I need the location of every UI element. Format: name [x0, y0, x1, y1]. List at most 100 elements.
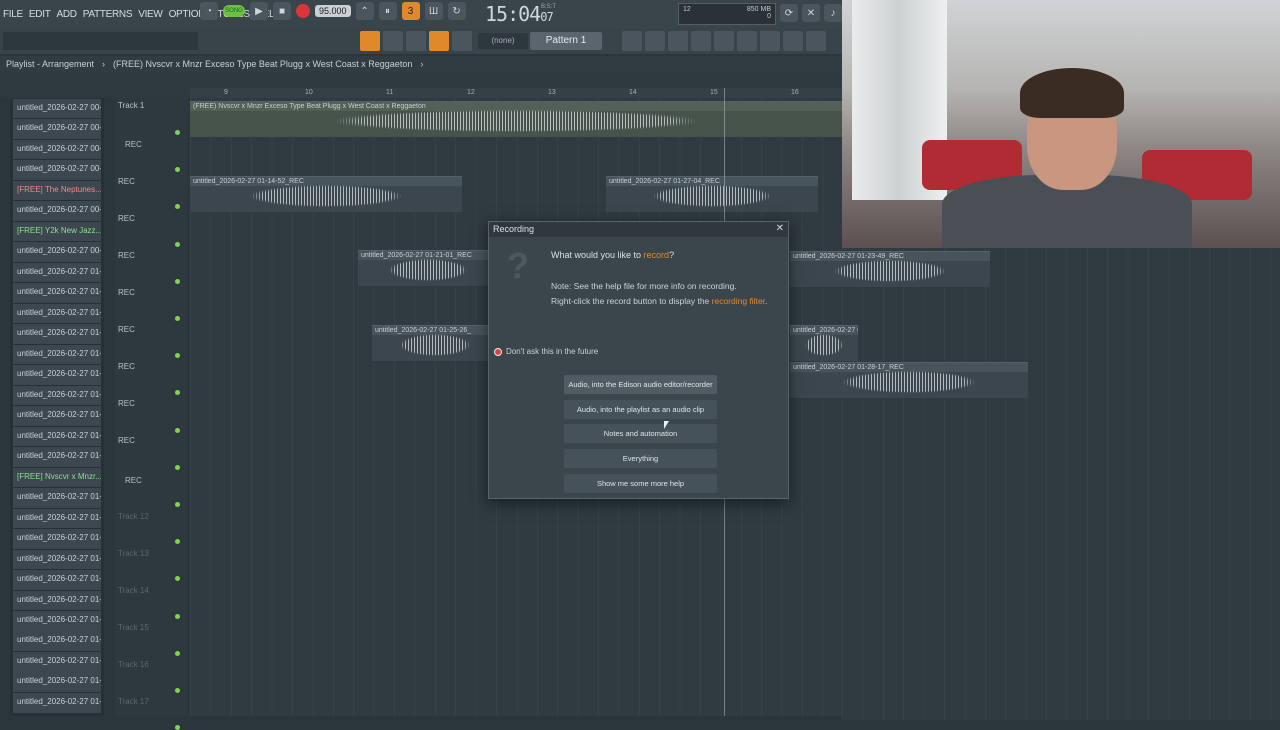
mode-dial-icon[interactable]: ◔: [200, 2, 218, 20]
menu-view[interactable]: VIEW: [135, 9, 165, 20]
track-enable-led[interactable]: [175, 353, 180, 359]
picker-item[interactable]: untitled_2026-02-27 01-...: [13, 570, 101, 590]
picker-item[interactable]: untitled_2026-02-27 01-...: [13, 611, 101, 631]
picker-item[interactable]: untitled_2026-02-27 01-...: [13, 426, 101, 447]
wait-icon[interactable]: ⏸: [378, 2, 397, 20]
track-enable-led[interactable]: [175, 130, 180, 135]
audio-clip-6[interactable]: untitled_2026-02-27 01-27-50_REC: [790, 325, 858, 361]
picker-item[interactable]: untitled_2026-02-27 01-...: [13, 447, 101, 467]
track-enable-led[interactable]: [175, 650, 180, 656]
dialog-titlebar[interactable]: Recording ✕: [489, 222, 788, 237]
menu-add[interactable]: ADD: [54, 9, 80, 20]
countdown-icon[interactable]: 3: [401, 2, 420, 20]
picker-item[interactable]: untitled_2026-02-27 01-...: [13, 508, 101, 529]
track-enable-led[interactable]: [175, 613, 180, 619]
menu-edit[interactable]: EDIT: [26, 9, 54, 20]
record-icon[interactable]: [296, 4, 310, 18]
picker-item[interactable]: untitled_2026-02-27 00-...: [13, 160, 101, 180]
picker-item[interactable]: untitled_2026-02-27 01-...: [13, 651, 101, 672]
blend-icon[interactable]: Ш: [424, 2, 443, 20]
picker-item[interactable]: untitled_2026-02-27 01-...: [13, 631, 101, 652]
menu-file[interactable]: FILE: [0, 9, 26, 20]
picker-item[interactable]: [FREE] Nvscvr x Mnzr...: [13, 467, 101, 488]
track-enable-led[interactable]: [175, 390, 180, 396]
download-icon[interactable]: [783, 31, 803, 51]
dont-ask-checkbox[interactable]: Don't ask this in the future: [494, 347, 598, 356]
track-enable-led[interactable]: [175, 204, 180, 210]
track-enable-led[interactable]: [175, 725, 180, 730]
metronome-icon[interactable]: ⌃: [355, 2, 374, 20]
audio-clip-5[interactable]: untitled_2026-02-27 01-23-49_REC: [790, 251, 990, 287]
track-15-label[interactable]: Track 15: [118, 623, 149, 632]
track-enable-led[interactable]: [175, 278, 180, 284]
option-help-button[interactable]: Show me some more help: [564, 473, 717, 493]
arrow-icon[interactable]: [383, 31, 403, 51]
pattern-selector[interactable]: Pattern 1: [530, 32, 602, 50]
picker-item[interactable]: untitled_2026-02-27 00-...: [13, 242, 101, 262]
picker-item[interactable]: untitled_2026-02-27 00-...: [13, 201, 101, 221]
playlist-grid-right[interactable]: untitled_2026-02-27 01-23-49_REC untitle…: [790, 248, 1280, 720]
pattern-none-select[interactable]: (none): [478, 33, 528, 49]
browser-icon[interactable]: [691, 31, 711, 51]
option-edison-button[interactable]: Audio, into the Edison audio editor/reco…: [564, 375, 717, 394]
picker-item[interactable]: untitled_2026-02-27 01-...: [13, 262, 101, 283]
picker-item[interactable]: untitled_2026-02-27 01-...: [13, 672, 101, 693]
edison-icon[interactable]: [760, 31, 780, 51]
track-17-label[interactable]: Track 17: [118, 697, 149, 706]
picker-item[interactable]: untitled_2026-02-27 00-...: [13, 119, 101, 139]
audio-clip-1[interactable]: untitled_2026-02-27 01-14-52_REC: [190, 176, 462, 212]
play-icon[interactable]: ▶: [250, 2, 268, 20]
picker-item[interactable]: untitled_2026-02-27 00-...: [13, 98, 101, 119]
tempo-display[interactable]: 95.000: [315, 5, 351, 17]
track-enable-led[interactable]: [175, 502, 180, 507]
option-playlist-button[interactable]: Audio, into the playlist as an audio cli…: [564, 399, 717, 419]
track-enable-led[interactable]: [175, 539, 180, 545]
picker-item[interactable]: untitled_2026-02-27 01-...: [13, 344, 101, 365]
audio-clip-main[interactable]: (FREE) Nvscvr x Mnzr Exceso Type Beat Pl…: [190, 101, 842, 137]
track-enable-led[interactable]: [175, 167, 180, 173]
tempo-tap-icon[interactable]: [737, 31, 757, 51]
plugin-picker-icon[interactable]: [714, 31, 734, 51]
track-1-label[interactable]: Track 1: [118, 101, 144, 110]
track-13-label[interactable]: Track 13: [118, 549, 149, 558]
settings-icon[interactable]: [806, 31, 826, 51]
track-enable-led[interactable]: [175, 241, 180, 247]
mixer-icon[interactable]: [622, 31, 642, 51]
link-icon[interactable]: [429, 31, 449, 51]
picker-item[interactable]: untitled_2026-02-27 01-...: [13, 549, 101, 570]
track-16-label[interactable]: Track 16: [118, 660, 149, 669]
track-12-label[interactable]: Track 12: [118, 512, 149, 521]
stamp-icon[interactable]: [452, 31, 472, 51]
menu-patterns[interactable]: PATTERNS: [80, 9, 135, 20]
picker-item[interactable]: untitled_2026-02-27 01-...: [13, 303, 101, 324]
audio-clip-2[interactable]: untitled_2026-02-27 01-27-04_REC: [606, 176, 818, 212]
picker-item[interactable]: untitled_2026-02-27 01-...: [13, 692, 101, 713]
close-icon[interactable]: ✕: [802, 4, 820, 22]
picker-item[interactable]: [FREE] Y2k New Jazz...: [13, 221, 101, 242]
loop-record-icon[interactable]: ↻: [447, 2, 466, 20]
picker-item[interactable]: untitled_2026-02-27 01-...: [13, 324, 101, 344]
timeline-ruler[interactable]: 9 10 11 12 13 14 15 16: [190, 88, 842, 98]
piano-roll-icon[interactable]: [668, 31, 688, 51]
picker-item[interactable]: untitled_2026-02-27 01-...: [13, 365, 101, 385]
picker-item[interactable]: untitled_2026-02-27 01-...: [13, 385, 101, 406]
audio-clip-7[interactable]: untitled_2026-02-27 01-28-17_REC: [790, 362, 1028, 398]
track-enable-led[interactable]: [175, 688, 180, 693]
track-14-label[interactable]: Track 14: [118, 586, 149, 595]
track-enable-led[interactable]: [175, 427, 180, 433]
track-enable-led[interactable]: [175, 316, 180, 321]
picker-item[interactable]: untitled_2026-02-27 01-...: [13, 590, 101, 611]
picker-item[interactable]: untitled_2026-02-27 00-...: [13, 139, 101, 160]
picker-item[interactable]: untitled_2026-02-27 01-...: [13, 529, 101, 549]
pencil-icon[interactable]: [406, 31, 426, 51]
checkbox-icon[interactable]: [494, 347, 502, 356]
track-enable-led[interactable]: [175, 464, 180, 470]
picker-item[interactable]: untitled_2026-02-27 01-...: [13, 283, 101, 303]
option-everything-button[interactable]: Everything: [564, 449, 717, 469]
audio-clip-4[interactable]: untitled_2026-02-27 01-25-26_: [372, 325, 498, 361]
picker-item[interactable]: [FREE] The Neptunes...: [13, 180, 101, 201]
refresh-icon[interactable]: ⟳: [780, 4, 798, 22]
picker-item[interactable]: untitled_2026-02-27 01-...: [13, 406, 101, 426]
close-icon[interactable]: ✕: [776, 223, 784, 234]
track-enable-led[interactable]: [175, 576, 180, 582]
